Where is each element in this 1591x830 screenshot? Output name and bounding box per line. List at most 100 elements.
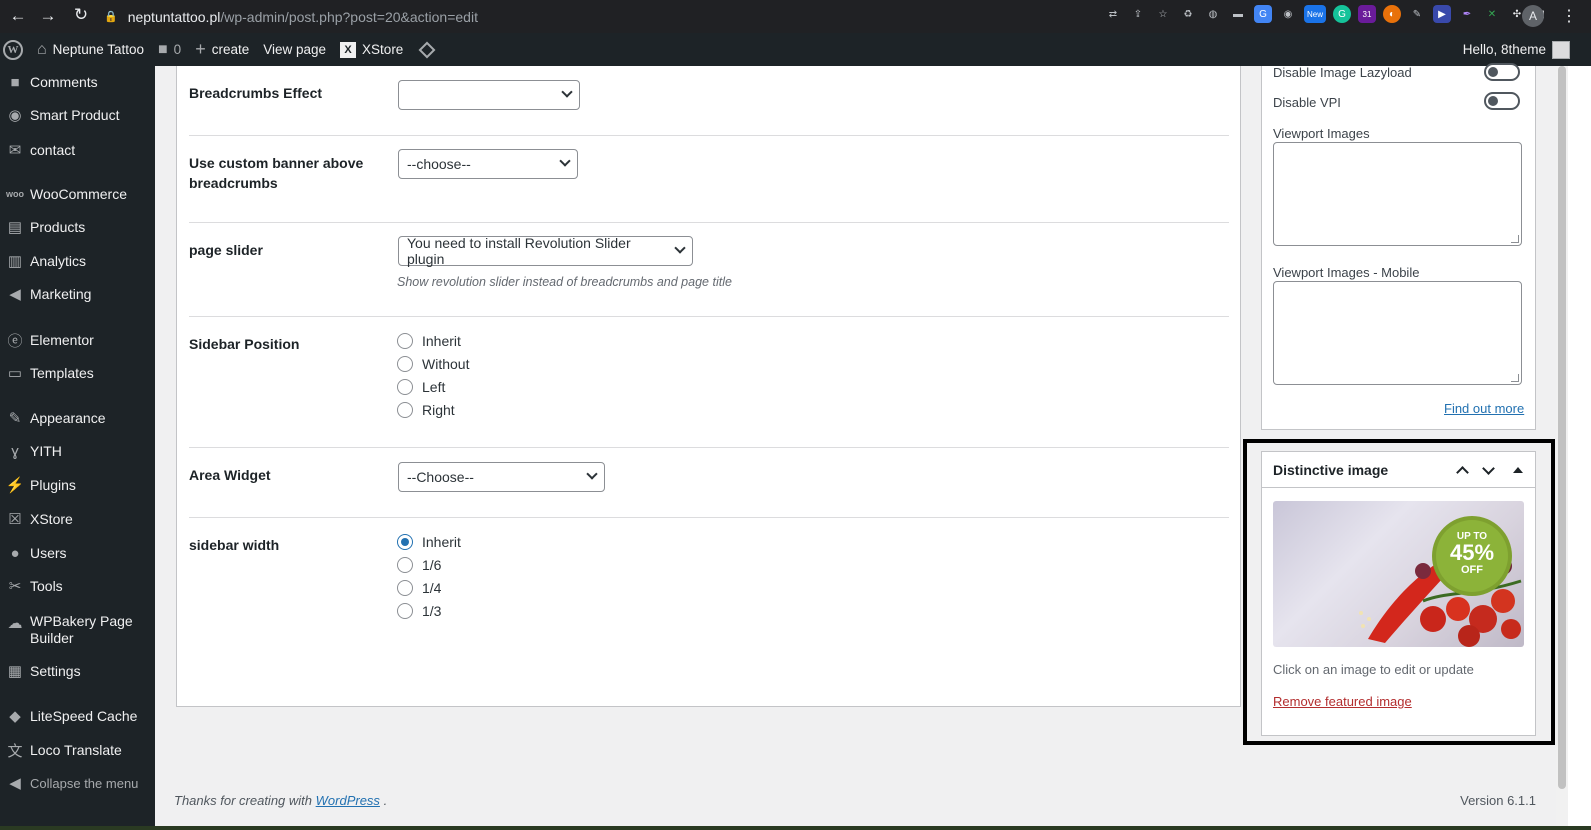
chevron-down-icon[interactable] [1479,461,1497,479]
back-icon[interactable]: ← [3,6,33,26]
forward-icon[interactable]: → [33,6,63,26]
create-link[interactable]: + create [188,39,256,60]
moon-icon[interactable]: ◐ [1383,5,1401,23]
page-scrollbar[interactable] [1556,66,1568,830]
sidebar-item-xstore[interactable]: ☒ XStore [0,504,155,534]
page-slider-select[interactable]: You need to install Revolution Slider pl… [398,235,693,267]
discount-badge: UP TO 45% OFF [1436,520,1508,592]
radio-option[interactable]: 1/6 [397,555,441,575]
radio-button[interactable] [397,402,413,418]
globe-icon[interactable]: ◍ [1204,5,1222,23]
wordpress-link[interactable]: WordPress [316,793,380,808]
wp-logo-icon[interactable]: W [0,39,30,60]
chevron-down-icon [586,468,598,480]
sidebar-item-label: LiteSpeed Cache [30,707,138,724]
account-menu[interactable]: Hello, 8theme [1463,33,1570,66]
find-out-more-link[interactable]: Find out more [1444,401,1524,416]
disable-lazyload-toggle[interactable] [1484,63,1520,81]
translate-icon: 文 [7,742,23,760]
google-translate-icon[interactable]: G [1254,5,1272,23]
featured-image-thumbnail[interactable]: UP TO 45% OFF [1273,501,1524,647]
viewport-images-textarea[interactable] [1273,142,1522,246]
radio-option[interactable]: Left [397,377,445,397]
sidebar-item-label: Appearance [30,409,106,426]
calendar-icon[interactable]: 31 [1358,5,1376,23]
radio-option[interactable]: Right [397,400,455,420]
profile-avatar[interactable]: A [1522,5,1544,27]
view-page-link[interactable]: View page [256,42,333,57]
collapse-menu-button[interactable]: ◀ Collapse the menu [0,768,155,798]
sidebar-item-litespeed[interactable]: ◆ LiteSpeed Cache [0,701,155,731]
sidebar-item-analytics[interactable]: ▥ Analytics [0,246,155,276]
sidebar-item-templates[interactable]: ▭ Templates [0,358,155,388]
camera-icon[interactable]: ◉ [1279,5,1297,23]
sidebar-item-comments[interactable]: ■ Comments [0,67,155,97]
radio-button[interactable] [397,580,413,596]
collapse-toggle-icon[interactable] [1509,461,1527,479]
sidebar-item-settings[interactable]: ▦ Settings [0,656,155,686]
sidebar-item-yith[interactable]: ɣ YITH [0,436,155,466]
grammarly-icon[interactable]: G [1333,5,1351,23]
sidebar-item-smart-product[interactable]: ◉ Smart Product [0,100,155,130]
chevron-down-icon [674,242,686,254]
share-icon[interactable]: ⇪ [1129,5,1147,23]
featured-image-caption: Click on an image to edit or update [1273,662,1474,677]
sidebar-item-label: XStore [30,510,73,527]
pen-icon[interactable]: ✎ [1408,5,1426,23]
sidebar-item-label: WooCommerce [30,185,127,202]
admin-sidebar: ■ Comments ◉ Smart Product ✉ contact woo Woo… [0,66,155,830]
area-widget-select[interactable]: --Choose-- [398,462,605,492]
video-icon[interactable]: ▶ [1433,5,1451,23]
sidebar-item-plugins[interactable]: ⚡ Plugins [0,470,155,500]
sidebar-item-products[interactable]: ▤ Products [0,212,155,242]
reload-icon[interactable]: ↻ [66,5,96,25]
scrollbar-thumb[interactable] [1558,66,1566,789]
comments-link[interactable]: ■ 0 [151,41,188,59]
bookmark-star-icon[interactable]: ☆ [1154,5,1172,23]
litespeed-link[interactable] [410,41,440,58]
viewport-images-mobile-textarea[interactable] [1273,281,1522,385]
sidebar-item-contact[interactable]: ✉ contact [0,135,155,165]
radio-button[interactable] [397,557,413,573]
xstore-label: XStore [362,42,404,57]
site-name-link[interactable]: ⌂ Neptune Tattoo [30,41,151,59]
xstore-link[interactable]: X XStore [333,41,410,58]
radio-option[interactable]: 1/3 [397,601,441,621]
browser-menu-icon[interactable]: ⋮ [1561,6,1577,26]
radio-option[interactable]: Inherit [397,331,461,351]
radio-option[interactable]: 1/4 [397,578,441,598]
breadcrumbs-effect-select[interactable] [398,80,580,110]
new-extension-icon[interactable]: New [1304,5,1326,23]
sidebar-item-woocommerce[interactable]: woo WooCommerce [0,179,155,209]
radio-button[interactable] [397,534,413,550]
translate-icon[interactable]: ⇄ [1104,5,1122,23]
sidebar-item-users[interactable]: ● Users [0,538,155,568]
radio-button[interactable] [397,603,413,619]
sidebar-item-loco-translate[interactable]: 文 Loco Translate [0,735,155,765]
chevron-up-icon[interactable] [1453,461,1471,479]
radio-button[interactable] [397,356,413,372]
extension-x-icon[interactable]: ✕ [1483,5,1501,23]
radio-option[interactable]: Without [397,354,469,374]
custom-banner-row: Use custom banner above breadcrumbs --ch… [189,136,1229,223]
radio-button[interactable] [397,379,413,395]
recycle-icon[interactable]: ♻ [1179,5,1197,23]
sidebar-item-label: Users [30,544,67,561]
sidebar-item-elementor[interactable]: ⓔ Elementor [0,325,155,355]
sidebar-position-label: Sidebar Position [189,336,300,352]
greeting: Hello, 8theme [1462,42,1546,57]
sidebar-item-wpbakery[interactable]: ☁ WPBakery Page Builder [0,612,155,648]
custom-banner-select[interactable]: --choose-- [398,149,578,179]
car-icon[interactable]: ▬ [1229,5,1247,23]
remove-featured-image-link[interactable]: Remove featured image [1273,694,1412,709]
feather-icon[interactable]: ✒ [1458,5,1476,23]
radio-option[interactable]: Inherit [397,532,461,552]
sidebar-item-tools[interactable]: ✂ Tools [0,571,155,601]
address-bar[interactable]: 🔒 neptuntattoo.pl/wp-admin/post.php?post… [104,4,1031,29]
sidebar-item-appearance[interactable]: ✎ Appearance [0,403,155,433]
area-widget-row: Area Widget --Choose-- [189,448,1229,518]
disable-vpi-toggle[interactable] [1484,92,1520,110]
sidebar-item-marketing[interactable]: ◀ Marketing [0,279,155,309]
radio-label: 1/4 [422,580,442,596]
radio-button[interactable] [397,333,413,349]
